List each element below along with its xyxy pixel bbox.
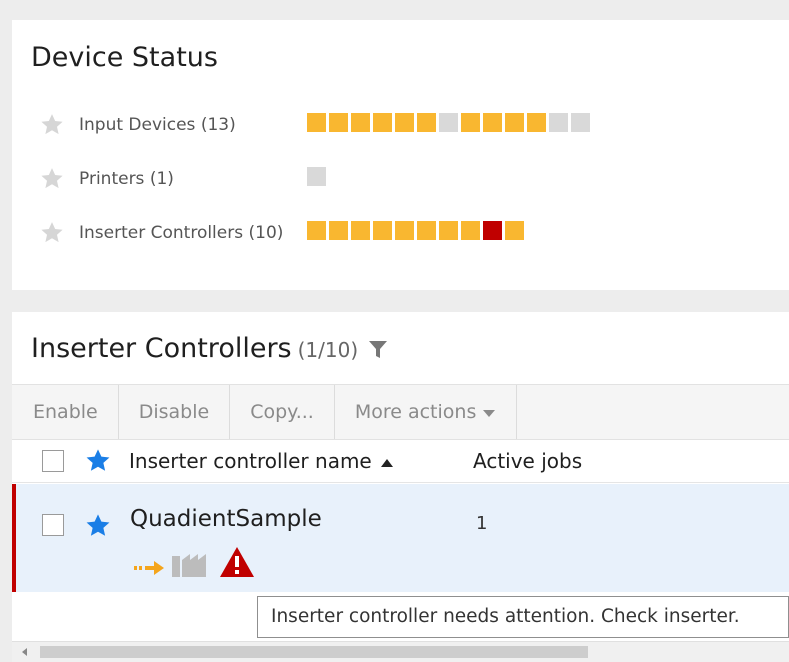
status-segment-ok bbox=[439, 221, 458, 240]
row-status-icons bbox=[133, 546, 255, 578]
inserter-machine-icon bbox=[172, 554, 206, 577]
panel-title-text: Inserter Controllers bbox=[31, 333, 292, 364]
column-header-name[interactable]: Inserter controller name bbox=[129, 449, 394, 473]
status-tooltip: Inserter controller needs attention. Che… bbox=[257, 596, 789, 638]
status-segment-ok bbox=[395, 221, 414, 240]
status-segment-ok bbox=[373, 113, 392, 132]
status-segment-ok bbox=[417, 113, 436, 132]
status-segment-ok bbox=[395, 113, 414, 132]
warning-icon bbox=[220, 547, 254, 577]
star-icon[interactable] bbox=[39, 112, 65, 138]
more-actions-button[interactable]: More actions bbox=[335, 385, 518, 439]
status-row-inserter-controllers[interactable]: Inserter Controllers (10) bbox=[39, 220, 524, 246]
status-segment-ok bbox=[351, 113, 370, 132]
status-segment-ok bbox=[329, 113, 348, 132]
status-segment-err bbox=[483, 221, 502, 240]
chevron-down-icon bbox=[483, 409, 496, 417]
status-bar bbox=[307, 221, 524, 240]
action-toolbar: Enable Disable Copy... More actions bbox=[12, 384, 789, 440]
status-segment-ok bbox=[351, 221, 370, 240]
horizontal-scrollbar[interactable] bbox=[12, 641, 789, 662]
status-segment-ok bbox=[461, 221, 480, 240]
page-title: Inserter Controllers (1/10) bbox=[31, 333, 388, 364]
status-segment-ok bbox=[505, 221, 524, 240]
arrow-in-icon bbox=[134, 561, 164, 575]
status-segment-ok bbox=[505, 113, 524, 132]
status-label: Printers (1) bbox=[79, 169, 174, 189]
status-row-input-devices[interactable]: Input Devices (13) bbox=[39, 112, 590, 138]
select-all-checkbox[interactable] bbox=[42, 450, 64, 472]
favorite-star-icon[interactable] bbox=[84, 447, 112, 475]
star-icon[interactable] bbox=[39, 220, 65, 246]
inserter-controller-name[interactable]: QuadientSample bbox=[130, 506, 322, 532]
copy-button[interactable]: Copy... bbox=[230, 385, 335, 439]
status-segment-ok bbox=[329, 221, 348, 240]
star-icon[interactable] bbox=[39, 166, 65, 192]
status-segment-ok bbox=[417, 221, 436, 240]
status-segment-ok bbox=[483, 113, 502, 132]
status-segment-idle bbox=[549, 113, 568, 132]
column-header-name-label: Inserter controller name bbox=[129, 449, 372, 473]
status-segment-ok bbox=[527, 113, 546, 132]
disable-button[interactable]: Disable bbox=[119, 385, 231, 439]
item-count: (1/10) bbox=[297, 338, 359, 362]
status-segment-ok bbox=[373, 221, 392, 240]
device-status-title: Device Status bbox=[31, 42, 218, 73]
status-bar bbox=[307, 167, 326, 186]
status-segment-idle bbox=[307, 167, 326, 186]
status-segment-idle bbox=[571, 113, 590, 132]
enable-button[interactable]: Enable bbox=[12, 385, 119, 439]
table-row[interactable]: QuadientSample 1 bbox=[12, 484, 789, 592]
active-jobs-value: 1 bbox=[476, 513, 488, 534]
device-status-panel: Device Status Input Devices (13) Printer… bbox=[12, 20, 789, 290]
favorite-star-icon[interactable] bbox=[84, 512, 112, 540]
status-segment-ok bbox=[307, 221, 326, 240]
column-header-active-jobs[interactable]: Active jobs bbox=[473, 449, 582, 473]
sort-ascending-icon bbox=[380, 458, 393, 467]
more-actions-label: More actions bbox=[354, 401, 477, 423]
status-segment-ok bbox=[307, 113, 326, 132]
status-label: Input Devices (13) bbox=[79, 115, 236, 135]
table-header: Inserter controller name Active jobs bbox=[12, 440, 789, 483]
status-label: Inserter Controllers (10) bbox=[79, 223, 284, 243]
status-row-printers[interactable]: Printers (1) bbox=[39, 166, 326, 192]
filter-icon[interactable] bbox=[368, 339, 388, 361]
status-segment-idle bbox=[439, 113, 458, 132]
row-checkbox[interactable] bbox=[42, 514, 64, 536]
scroll-left-icon[interactable] bbox=[20, 647, 30, 657]
scrollbar-thumb[interactable] bbox=[40, 646, 588, 658]
status-segment-ok bbox=[461, 113, 480, 132]
status-bar bbox=[307, 113, 590, 132]
